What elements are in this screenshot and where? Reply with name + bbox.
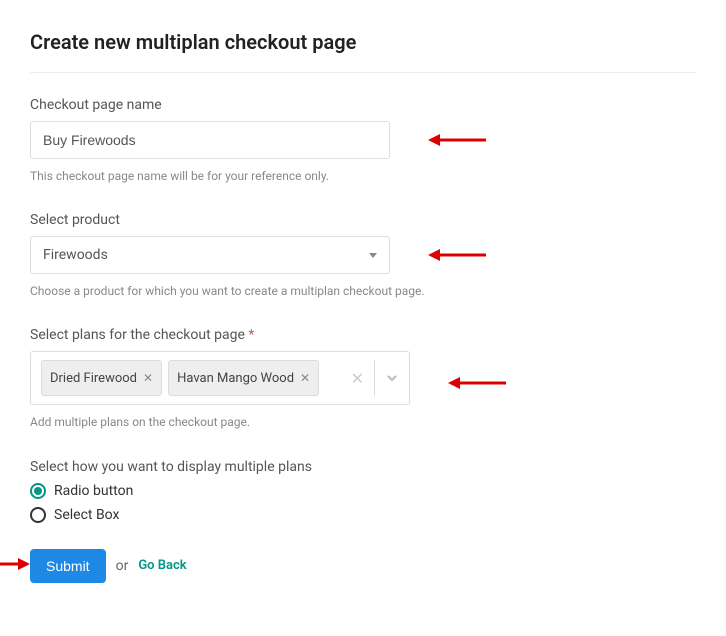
radio-icon bbox=[30, 507, 46, 523]
plans-multiselect[interactable]: Dried Firewood ✕ Havan Mango Wood ✕ ✕ bbox=[30, 351, 410, 405]
page-title: Create new multiplan checkout page bbox=[30, 30, 696, 73]
radio-option-radio-button[interactable]: Radio button bbox=[30, 483, 696, 499]
checkout-name-input[interactable] bbox=[30, 121, 390, 159]
annotation-arrow-icon bbox=[428, 132, 488, 148]
checkout-name-help: This checkout page name will be for your… bbox=[30, 167, 430, 186]
submit-button[interactable]: Submit bbox=[30, 549, 106, 583]
product-selected-value: Firewoods bbox=[43, 247, 108, 263]
product-group: Select product Firewoods Choose a produc… bbox=[30, 212, 696, 301]
product-label: Select product bbox=[30, 212, 696, 228]
radio-label: Radio button bbox=[54, 483, 133, 499]
plans-tags: Dried Firewood ✕ Havan Mango Wood ✕ bbox=[41, 360, 333, 396]
product-help: Choose a product for which you want to c… bbox=[30, 282, 430, 301]
go-back-link[interactable]: Go Back bbox=[138, 558, 186, 573]
divider bbox=[374, 360, 375, 396]
plans-label: Select plans for the checkout page * bbox=[30, 327, 696, 343]
or-text: or bbox=[116, 558, 129, 574]
plan-tag-label: Dried Firewood bbox=[50, 371, 137, 386]
plan-tag: Dried Firewood ✕ bbox=[41, 360, 162, 396]
remove-tag-icon[interactable]: ✕ bbox=[300, 371, 310, 385]
actions-row: Submit or Go Back bbox=[30, 549, 696, 583]
radio-option-select-box[interactable]: Select Box bbox=[30, 507, 696, 523]
plans-help: Add multiple plans on the checkout page. bbox=[30, 413, 430, 432]
display-label: Select how you want to display multiple … bbox=[30, 459, 696, 475]
display-radio-group: Radio button Select Box bbox=[30, 483, 696, 523]
required-asterisk: * bbox=[248, 327, 254, 343]
annotation-arrow-icon bbox=[0, 556, 30, 576]
multiselect-controls: ✕ bbox=[341, 360, 399, 396]
remove-tag-icon[interactable]: ✕ bbox=[143, 371, 153, 385]
plans-group: Select plans for the checkout page * Dri… bbox=[30, 327, 696, 432]
product-select[interactable]: Firewoods bbox=[30, 236, 390, 274]
radio-icon bbox=[30, 483, 46, 499]
annotation-arrow-icon bbox=[428, 247, 488, 263]
chevron-down-icon[interactable] bbox=[385, 371, 399, 385]
checkout-name-label: Checkout page name bbox=[30, 97, 696, 113]
plan-tag-label: Havan Mango Wood bbox=[177, 371, 294, 386]
plan-tag: Havan Mango Wood ✕ bbox=[168, 360, 319, 396]
checkout-name-group: Checkout page name This checkout page na… bbox=[30, 97, 696, 186]
radio-label: Select Box bbox=[54, 507, 119, 523]
display-group: Select how you want to display multiple … bbox=[30, 459, 696, 523]
clear-all-icon[interactable]: ✕ bbox=[351, 369, 364, 388]
annotation-arrow-icon bbox=[448, 375, 508, 391]
caret-down-icon bbox=[369, 253, 377, 258]
